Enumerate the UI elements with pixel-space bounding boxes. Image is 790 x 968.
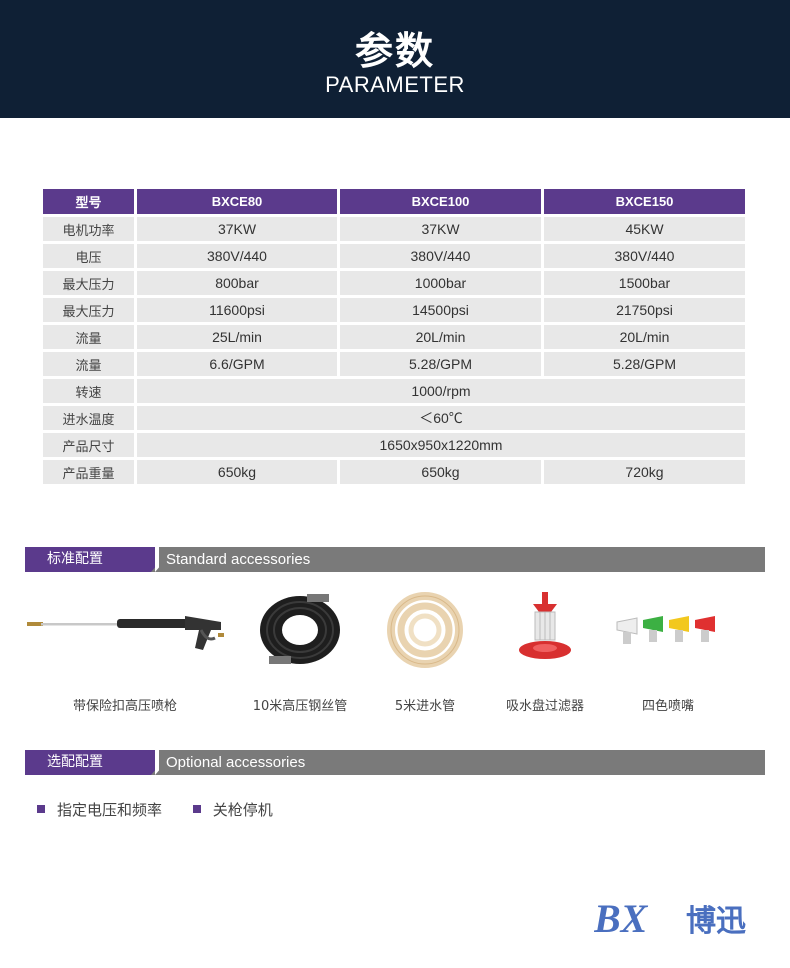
page-header: 参数 PARAMETER <box>0 0 790 118</box>
accessory-label: 5米进水管 <box>394 699 456 714</box>
table-cell: 21750psi <box>544 298 745 322</box>
list-item: 指定电压和频率 <box>37 799 162 820</box>
row-label: 电压 <box>43 244 134 268</box>
table-row: 转速 1000/rpm <box>43 379 745 403</box>
table-cell: 20L/min <box>544 325 745 349</box>
row-label: 流量 <box>43 325 134 349</box>
option-label: 关枪停机 <box>212 801 273 819</box>
table-cell: 14500psi <box>340 298 541 322</box>
hose-coil-icon <box>240 590 360 670</box>
table-header-row: 型号 BXCE80 BXCE100 BXCE150 <box>43 189 745 214</box>
row-label: 流量 <box>43 352 134 376</box>
table-cell: 1000/rpm <box>137 379 745 403</box>
table-cell: 20L/min <box>340 325 541 349</box>
table-cell: 11600psi <box>137 298 337 322</box>
brand-text: 博迅 <box>686 904 746 938</box>
optional-accessories-bar: 选配配置 Optional accessories <box>25 750 765 775</box>
spray-gun-icon <box>22 590 228 670</box>
row-label: 产品尺寸 <box>43 433 134 457</box>
row-label: 进水温度 <box>43 406 134 430</box>
table-cell: 37KW <box>340 217 541 241</box>
table-cell: 380V/440 <box>137 244 337 268</box>
table-cell: 1650x950x1220mm <box>137 433 745 457</box>
row-label: 最大压力 <box>43 271 134 295</box>
accessory-item: 吸水盘过滤器 <box>490 590 600 714</box>
accessory-label: 带保险扣高压喷枪 <box>72 699 177 714</box>
water-hose-icon <box>370 590 480 670</box>
brand-logo: BX 博迅 <box>593 896 754 941</box>
table-cell: ＜60℃ <box>137 406 745 430</box>
table-row: 进水温度 ＜60℃ <box>43 406 745 430</box>
accessory-label: 四色喷嘴 <box>641 699 694 714</box>
table-row: 产品尺寸 1650x950x1220mm <box>43 433 745 457</box>
table-row: 最大压力 800bar 1000bar 1500bar <box>43 271 745 295</box>
row-label: 电机功率 <box>43 217 134 241</box>
table-cell: 45KW <box>544 217 745 241</box>
bullet-square-icon <box>192 804 201 813</box>
table-row: 电机功率 37KW 37KW 45KW <box>43 217 745 241</box>
column-header: BXCE80 <box>137 189 337 214</box>
column-header: BXCE150 <box>544 189 745 214</box>
table-cell: 1000bar <box>340 271 541 295</box>
row-label: 转速 <box>43 379 134 403</box>
table-cell: 5.28/GPM <box>544 352 745 376</box>
table-cell: 6.6/GPM <box>137 352 337 376</box>
row-label: 产品重量 <box>43 460 134 484</box>
table-cell: 800bar <box>137 271 337 295</box>
spec-table: 型号 BXCE80 BXCE100 BXCE150 电机功率 37KW 37KW… <box>40 186 748 487</box>
option-label: 指定电压和频率 <box>57 801 163 819</box>
list-item: 关枪停机 <box>192 799 273 820</box>
accessory-label: 吸水盘过滤器 <box>505 699 584 714</box>
page-subtitle: PARAMETER <box>325 72 465 97</box>
table-cell: 37KW <box>137 217 337 241</box>
table-row: 电压 380V/440 380V/440 380V/440 <box>43 244 745 268</box>
table-cell: 380V/440 <box>544 244 745 268</box>
page-title: 参数 <box>354 29 435 73</box>
section-title-cn: 标准配置 <box>25 547 151 572</box>
accessory-item: 10米高压钢丝管 <box>240 590 360 714</box>
table-row: 流量 25L/min 20L/min 20L/min <box>43 325 745 349</box>
standard-accessories-bar: 标准配置 Standard accessories <box>25 547 765 572</box>
table-cell: 5.28/GPM <box>340 352 541 376</box>
section-title-en: Standard accessories <box>166 551 311 568</box>
table-row: 流量 6.6/GPM 5.28/GPM 5.28/GPM <box>43 352 745 376</box>
bullet-square-icon <box>37 804 45 813</box>
nozzle-icon <box>610 590 726 670</box>
table-cell: 650kg <box>340 460 541 484</box>
accessory-item: 5米进水管 <box>370 590 480 714</box>
filter-icon <box>490 590 600 670</box>
section-title-en: Optional accessories <box>166 754 306 771</box>
optional-list: 指定电压和频率 关枪停机 <box>37 799 299 820</box>
table-cell: 380V/440 <box>340 244 541 268</box>
accessory-item: 四色喷嘴 <box>610 590 726 714</box>
accessory-label: 10米高压钢丝管 <box>252 699 348 714</box>
row-label: 最大压力 <box>43 298 134 322</box>
table-cell: 720kg <box>544 460 745 484</box>
table-cell: 1500bar <box>544 271 745 295</box>
section-title-cn: 选配配置 <box>25 750 151 775</box>
column-header: 型号 <box>43 189 134 214</box>
table-row: 最大压力 11600psi 14500psi 21750psi <box>43 298 745 322</box>
column-header: BXCE100 <box>340 189 541 214</box>
brand-mark: BX <box>594 898 649 938</box>
table-cell: 25L/min <box>137 325 337 349</box>
table-row: 产品重量 650kg 650kg 720kg <box>43 460 745 484</box>
accessory-item: 带保险扣高压喷枪 <box>22 590 228 714</box>
table-cell: 650kg <box>137 460 337 484</box>
